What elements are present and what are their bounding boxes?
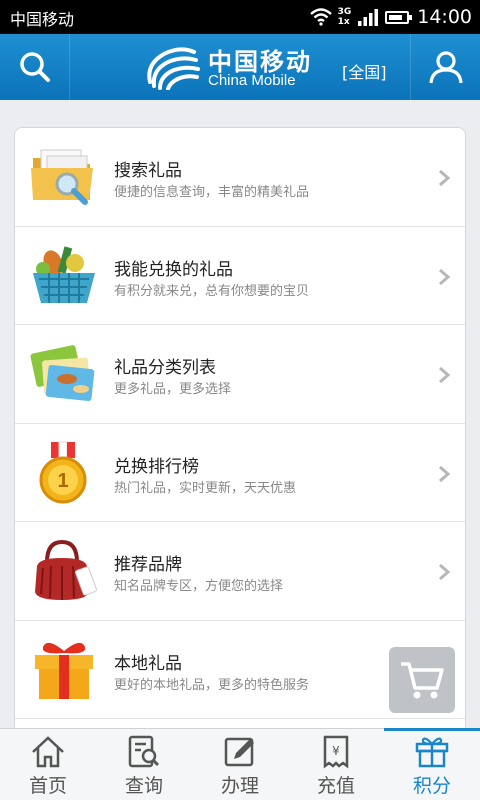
chevron-right-icon xyxy=(439,563,451,581)
gift-icon xyxy=(415,737,449,768)
menu-item-subtitle: 有积分就来兑，总有你想要的宝贝 xyxy=(114,283,310,299)
tab-handle[interactable]: 办理 xyxy=(192,729,288,800)
menu-item-title: 搜索礼品 xyxy=(114,161,182,181)
network-indicator: 3G 1x xyxy=(337,7,352,27)
status-icons: 3G 1x 14:00 xyxy=(309,4,472,30)
signal-icon xyxy=(358,9,379,26)
search-icon xyxy=(19,52,50,82)
shopping-basket-icon xyxy=(33,245,95,303)
menu-item-brands[interactable]: 推荐品牌 知名品牌专区，方便您的选择 xyxy=(15,522,465,621)
menu-item-subtitle: 更好的本地礼品，更多的特色服务 xyxy=(114,677,310,693)
chevron-right-icon xyxy=(439,268,451,285)
chevron-right-icon xyxy=(439,169,451,187)
tab-label: 办理 xyxy=(220,775,259,797)
tab-label: 首页 xyxy=(28,775,67,797)
logo-text-en: China Mobile xyxy=(208,72,296,89)
folder-search-icon xyxy=(31,149,93,205)
menu-item-title: 本地礼品 xyxy=(114,653,182,674)
bottom-tab-bar: 首页 查询 办理 ¥ 充值 积分 xyxy=(0,728,480,800)
brand-handbag-icon xyxy=(35,539,97,600)
home-icon xyxy=(32,736,64,768)
menu-item-title: 兑换排行榜 xyxy=(114,456,199,477)
tab-label: 查询 xyxy=(124,775,163,797)
status-bar: 中国移动 3G 1x 14:00 xyxy=(0,0,480,34)
menu-item-subtitle: 便捷的信息查询，丰富的精美礼品 xyxy=(114,185,310,200)
menu-item-gift-categories[interactable]: 礼品分类列表 更多礼品，更多选择 xyxy=(15,325,465,424)
menu-item-ranking[interactable]: 1 兑换排行榜 热门礼品，实时更新，天天优惠 xyxy=(15,424,465,522)
search-button[interactable] xyxy=(0,34,70,100)
tab-home[interactable]: 首页 xyxy=(0,729,96,800)
recharge-icon: ¥ xyxy=(323,735,349,769)
shopping-cart-button[interactable] xyxy=(389,647,455,713)
china-mobile-logo: 中国移动 China Mobile xyxy=(144,42,344,92)
tab-label: 积分 xyxy=(412,775,451,797)
category-cards-icon xyxy=(30,345,95,402)
menu-item-title: 我能兑换的礼品 xyxy=(114,259,233,280)
svg-text:¥: ¥ xyxy=(332,744,340,758)
edit-icon xyxy=(224,737,254,767)
user-button[interactable] xyxy=(410,34,480,100)
menu-list: 搜索礼品 便捷的信息查询，丰富的精美礼品 我能兑换的礼品 有积分就来兑，总有你想… xyxy=(14,127,466,737)
svg-text:1: 1 xyxy=(57,470,68,492)
tab-label: 充值 xyxy=(316,775,355,797)
menu-item-redeemable-gifts[interactable]: 我能兑换的礼品 有积分就来兑，总有你想要的宝贝 xyxy=(15,227,465,325)
query-icon xyxy=(128,735,160,768)
menu-item-subtitle: 热门礼品，实时更新，天天优惠 xyxy=(114,480,297,496)
china-mobile-logo-mark xyxy=(147,47,200,90)
menu-item-title: 推荐品牌 xyxy=(114,555,182,575)
clock: 14:00 xyxy=(417,6,472,28)
tab-points[interactable]: 积分 xyxy=(384,728,480,800)
menu-item-title: 礼品分类列表 xyxy=(114,358,216,378)
menu-item-subtitle: 更多礼品，更多选择 xyxy=(114,382,232,397)
chevron-right-icon xyxy=(439,465,451,482)
chevron-right-icon xyxy=(439,366,451,384)
gold-medal-icon: 1 xyxy=(39,441,87,503)
carrier-name: 中国移动 xyxy=(10,10,75,29)
app-header: 中国移动 China Mobile [全国] xyxy=(0,34,480,100)
tab-recharge[interactable]: ¥ 充值 xyxy=(288,729,384,800)
wifi-icon xyxy=(309,8,332,26)
gift-box-icon xyxy=(35,642,93,699)
tab-query[interactable]: 查询 xyxy=(96,729,192,800)
shopping-cart-icon xyxy=(401,662,444,699)
menu-item-search-gifts[interactable]: 搜索礼品 便捷的信息查询，丰富的精美礼品 xyxy=(15,128,465,227)
menu-item-subtitle: 知名品牌专区，方便您的选择 xyxy=(114,579,284,594)
battery-icon xyxy=(385,10,413,24)
region-selector[interactable]: [全国] xyxy=(342,59,387,83)
user-icon xyxy=(428,51,463,84)
